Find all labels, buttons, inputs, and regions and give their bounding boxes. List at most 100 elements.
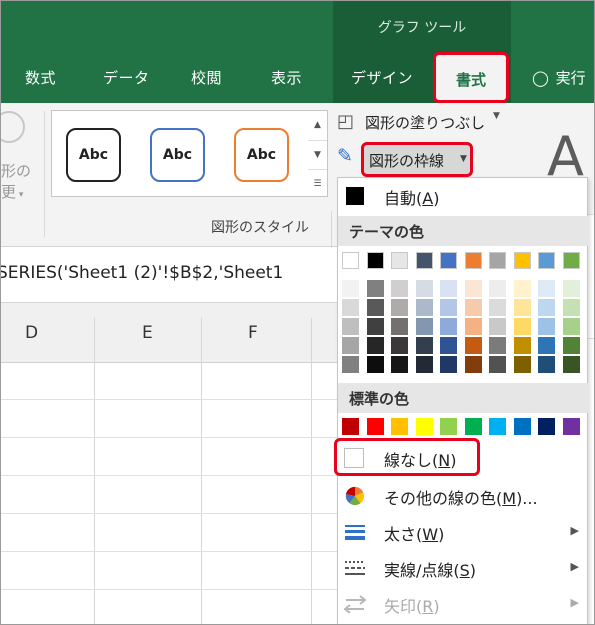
theme-shade-swatch[interactable] <box>366 337 384 354</box>
standard-color-swatch[interactable] <box>562 418 580 435</box>
theme-shade-swatch[interactable] <box>440 318 457 335</box>
theme-shade-swatch[interactable] <box>366 299 384 316</box>
theme-shade-swatch[interactable] <box>489 318 506 335</box>
theme-shade-swatch[interactable] <box>464 356 482 373</box>
theme-shade-swatch[interactable] <box>562 318 580 335</box>
theme-shade-swatch[interactable] <box>342 318 359 335</box>
gallery-up-icon[interactable]: ▲ <box>308 111 327 139</box>
theme-shade-swatch[interactable] <box>440 280 457 297</box>
theme-color-swatch[interactable] <box>440 252 457 269</box>
tab-format[interactable]: 書式 <box>433 52 509 103</box>
formula-bar[interactable]: SERIES('Sheet1 (2)'!$B$2,'Sheet1 <box>1 248 337 303</box>
no-line-item[interactable]: 線なし(N) <box>334 438 480 476</box>
theme-shade-swatch[interactable] <box>391 337 408 354</box>
theme-color-swatch[interactable] <box>562 252 580 269</box>
theme-shade-swatch[interactable] <box>513 356 531 373</box>
theme-color-swatch[interactable] <box>415 252 433 269</box>
column-header-f[interactable]: F <box>248 323 258 343</box>
theme-shade-swatch[interactable] <box>538 337 555 354</box>
theme-shade-swatch[interactable] <box>342 337 359 354</box>
theme-shade-swatch[interactable] <box>415 280 433 297</box>
theme-shade-swatch[interactable] <box>464 337 482 354</box>
tab-data[interactable]: データ <box>103 67 150 88</box>
theme-shade-swatch[interactable] <box>538 299 555 316</box>
standard-color-swatch[interactable] <box>513 418 531 435</box>
change-shape-button[interactable]: 形の 更 ▾ <box>1 161 31 206</box>
standard-color-swatch[interactable] <box>391 418 408 435</box>
standard-color-swatch[interactable] <box>415 418 433 435</box>
more-line-colors-item[interactable]: その他の線の色(M)... <box>338 480 589 512</box>
gallery-more-icon[interactable]: ☰ <box>308 169 327 197</box>
theme-shade-swatch[interactable] <box>391 318 408 335</box>
standard-color-swatch[interactable] <box>538 418 555 435</box>
theme-color-swatch[interactable] <box>342 252 359 269</box>
tab-formulas[interactable]: 数式 <box>25 67 56 88</box>
theme-color-swatch[interactable] <box>366 252 384 269</box>
theme-shade-swatch[interactable] <box>366 318 384 335</box>
theme-shade-swatch[interactable] <box>489 280 506 297</box>
theme-color-swatch[interactable] <box>391 252 408 269</box>
chevron-down-icon[interactable]: ▼ <box>460 154 467 164</box>
theme-shade-swatch[interactable] <box>391 299 408 316</box>
shape-outline-highlight[interactable]: 図形の枠線 ▼ <box>361 142 473 177</box>
theme-shade-swatch[interactable] <box>366 356 384 373</box>
theme-shade-swatch[interactable] <box>342 356 359 373</box>
theme-shade-swatch[interactable] <box>489 299 506 316</box>
standard-color-swatch[interactable] <box>342 418 359 435</box>
theme-color-swatch[interactable] <box>538 252 555 269</box>
theme-shade-swatch[interactable] <box>538 356 555 373</box>
theme-shade-swatch[interactable] <box>391 280 408 297</box>
chevron-down-icon[interactable]: ▼ <box>493 111 500 121</box>
formula-text[interactable]: SERIES('Sheet1 (2)'!$B$2,'Sheet1 <box>1 263 283 283</box>
theme-shade-swatch[interactable] <box>415 299 433 316</box>
theme-shade-swatch[interactable] <box>415 337 433 354</box>
shape-style-sample-1[interactable]: Abc <box>66 128 121 182</box>
theme-shade-swatch[interactable] <box>513 280 531 297</box>
automatic-color-item[interactable]: 自動(A) <box>338 178 589 214</box>
theme-shade-swatch[interactable] <box>562 356 580 373</box>
weight-item[interactable]: 太さ(W) ▶ <box>338 516 589 548</box>
edit-shape-icon[interactable] <box>1 104 32 150</box>
standard-color-swatch[interactable] <box>366 418 384 435</box>
tab-review[interactable]: 校閲 <box>191 67 222 88</box>
theme-shade-swatch[interactable] <box>415 356 433 373</box>
theme-color-swatch[interactable] <box>489 252 506 269</box>
theme-shade-swatch[interactable] <box>391 356 408 373</box>
theme-shade-swatch[interactable] <box>342 299 359 316</box>
theme-shade-swatch[interactable] <box>440 299 457 316</box>
theme-shade-swatch[interactable] <box>440 337 457 354</box>
theme-shade-swatch[interactable] <box>464 318 482 335</box>
standard-color-swatch[interactable] <box>440 418 457 435</box>
theme-shade-swatch[interactable] <box>489 356 506 373</box>
shape-style-sample-3[interactable]: Abc <box>234 128 289 182</box>
theme-shade-swatch[interactable] <box>489 337 506 354</box>
gallery-down-icon[interactable]: ▼ <box>308 140 327 168</box>
theme-color-swatch[interactable] <box>464 252 482 269</box>
theme-shade-swatch[interactable] <box>538 280 555 297</box>
shape-outline-button[interactable]: ✎ 図形の枠線 ▼ <box>337 142 475 177</box>
tab-view[interactable]: 表示 <box>271 67 302 88</box>
theme-color-swatch[interactable] <box>513 252 531 269</box>
tell-me-box[interactable]: ◯ 実行 <box>532 67 586 88</box>
theme-shade-swatch[interactable] <box>513 299 531 316</box>
standard-color-swatch[interactable] <box>464 418 482 435</box>
shape-style-sample-2[interactable]: Abc <box>150 128 205 182</box>
dashes-item[interactable]: 実線/点線(S) ▶ <box>338 552 589 584</box>
theme-shade-swatch[interactable] <box>562 337 580 354</box>
standard-color-swatch[interactable] <box>489 418 506 435</box>
theme-shade-swatch[interactable] <box>513 318 531 335</box>
worksheet-grid[interactable] <box>1 363 337 624</box>
tab-design[interactable]: デザイン <box>351 67 413 88</box>
column-header-d[interactable]: D <box>25 323 38 343</box>
theme-shade-swatch[interactable] <box>538 318 555 335</box>
theme-shade-swatch[interactable] <box>366 280 384 297</box>
arrows-item[interactable]: 矢印(R) ▶ <box>338 588 589 620</box>
theme-shade-swatch[interactable] <box>464 299 482 316</box>
theme-shade-swatch[interactable] <box>464 280 482 297</box>
column-header-e[interactable]: E <box>142 323 153 343</box>
theme-shade-swatch[interactable] <box>562 299 580 316</box>
theme-shade-swatch[interactable] <box>562 280 580 297</box>
theme-shade-swatch[interactable] <box>440 356 457 373</box>
theme-shade-swatch[interactable] <box>513 337 531 354</box>
theme-shade-swatch[interactable] <box>415 318 433 335</box>
